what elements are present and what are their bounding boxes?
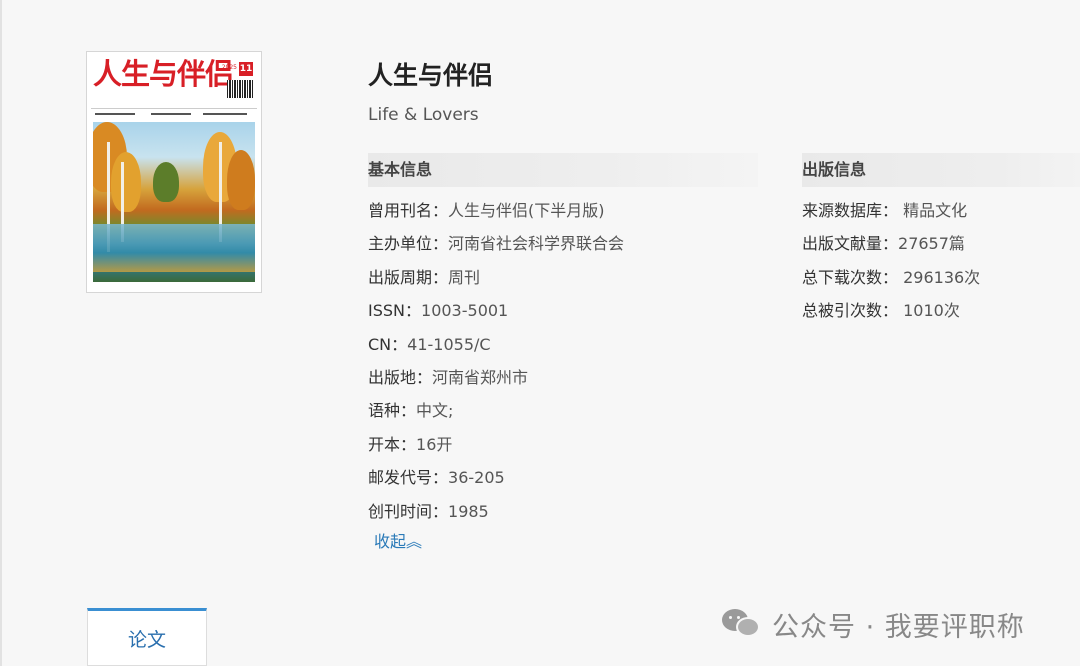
info-row-language: 语种：中文; <box>368 401 454 421</box>
info-row-frequency: 出版周期：周刊 <box>368 267 481 287</box>
info-row-founded: 创刊时间：1985 <box>368 501 489 521</box>
barcode-icon <box>227 80 253 98</box>
info-row-citations: 总被引次数： 1010次 <box>802 301 960 321</box>
info-row-article-count: 出版文献量：27657篇 <box>802 234 965 254</box>
info-row-downloads: 总下载次数： 296136次 <box>802 267 981 287</box>
cover-masthead: 人生与伴侣 <box>93 57 234 91</box>
info-row-source-db: 来源数据库： 精品文化 <box>802 201 968 220</box>
wechat-icon <box>722 607 762 641</box>
watermark-text: 公众号 · 我要评职称 <box>772 611 1025 643</box>
basic-info-list: 曾用刊名：人生与伴侣(下半月版) 主办单位：河南省社会科学界联合会 出版周期：周… <box>368 197 624 531</box>
basic-info-heading: 基本信息 <box>368 153 758 187</box>
info-row-former-name: 曾用刊名：人生与伴侣(下半月版) <box>368 201 605 220</box>
publish-info-heading: 出版信息 <box>802 153 1080 187</box>
cover-issue-badge: 11 <box>239 62 253 76</box>
publish-info-list: 来源数据库： 精品文化 出版文献量：27657篇 总下载次数： 296136次 … <box>802 197 980 331</box>
cover-year: 2025 <box>221 64 237 71</box>
journal-english-title: Life & Lovers <box>368 105 479 125</box>
info-row-postal-code: 邮发代号：36-205 <box>368 468 505 488</box>
journal-cover[interactable]: 人生与伴侣 2025 11 <box>86 51 262 293</box>
collapse-link[interactable]: 收起︽ <box>374 530 422 554</box>
autumn-landscape-painting <box>93 122 255 282</box>
info-row-sponsor: 主办单位：河南省社会科学界联合会 <box>368 234 625 254</box>
info-row-cn: CN：41-1055/C <box>368 334 491 354</box>
info-row-issn: ISSN：1003-5001 <box>368 301 509 321</box>
cover-artwork: 人生与伴侣 2025 11 <box>91 56 257 288</box>
info-row-format: 开本：16开 <box>368 434 453 454</box>
left-border <box>0 0 2 666</box>
tab-papers[interactable]: 论文 <box>87 608 207 666</box>
info-row-place: 出版地：河南省郑州市 <box>368 367 529 387</box>
journal-title: 人生与伴侣 <box>368 61 494 90</box>
cover-headlines <box>91 108 257 120</box>
wechat-watermark: 公众号 · 我要评职称 <box>722 604 1025 644</box>
